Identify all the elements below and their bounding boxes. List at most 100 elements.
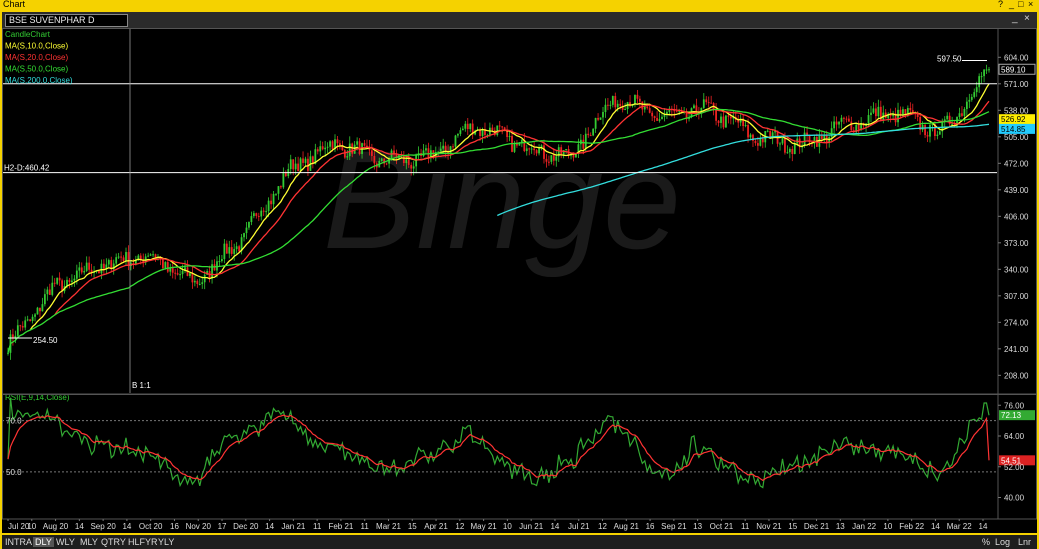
tf-weekly[interactable]: WLY [56,537,75,547]
candle-body [550,155,553,162]
candle-body [648,108,651,113]
candle-body [422,150,425,156]
candle-body [587,133,590,136]
candle-body [693,105,695,109]
candle-body [48,289,51,295]
candle-body [324,147,327,150]
candle-body [216,261,218,271]
candle-body [164,262,167,269]
y-tick-label: 307.00 [1004,292,1029,301]
candle-body [498,125,501,127]
watermark: Binge [323,121,681,278]
candle-body [729,116,732,119]
candle-body [793,143,796,155]
vline-label: B 1:1 [132,381,151,390]
candle-body [582,139,585,149]
candle-body [970,96,973,100]
candle-body [297,163,300,171]
candle-body [658,119,661,121]
high-annotation: 597.50 [937,54,962,63]
y-tick-label: 340.00 [1004,265,1029,274]
candle-body [439,148,442,152]
candle-body [152,254,154,256]
candle-body [19,325,22,327]
candle-body [936,134,939,137]
candle-body [68,279,71,283]
candle-body [951,123,954,125]
candle-body [653,116,656,118]
candle-body [83,270,86,273]
tf-monthly[interactable]: MLY [80,537,98,547]
tf-quarterly[interactable]: QTRY [101,537,126,547]
y-tick-label: 208.00 [1004,371,1029,380]
rsi-level-label: 50.0 [6,468,22,477]
candle-body [872,108,875,113]
chart-svg[interactable]: Binge 70.0 50.0 H2-D:460.42 B 1:1 CandleChar… [2,28,1037,533]
linear-scale-button[interactable]: Lnr [1018,537,1031,547]
symbol-input[interactable]: BSE SUVENPHAR D [5,14,128,27]
x-tick-label: Aug 21 [614,522,640,531]
candle-body [16,325,19,336]
panel-close-button[interactable]: × [1024,13,1030,24]
help-button[interactable]: ? [998,0,1003,9]
candle-body [779,143,781,145]
candle-body [707,102,710,104]
candle-body [675,111,678,113]
candle-body [638,98,641,102]
log-scale-button[interactable]: Log [995,537,1010,547]
candle-body [769,130,772,138]
maximize-button[interactable]: □ [1018,0,1023,9]
candle-body [26,319,29,321]
x-tick-label: Sep 21 [661,522,687,531]
candle-body [179,274,182,276]
candle-body [248,222,250,228]
candle-body [457,133,459,136]
y-tick-label: 406.00 [1004,212,1029,221]
candle-body [267,200,270,212]
x-tick-label: Jun 21 [519,522,544,531]
candle-body [938,131,941,135]
candle-body [299,158,302,171]
candle-body [870,112,872,116]
legend-entry: MA(S,20.0,Close) [5,53,68,62]
y-tick-label: 538.00 [1004,106,1029,115]
candle-body [127,252,130,266]
candle-body [857,124,860,130]
candle-body [464,123,467,129]
candle-body [73,278,76,281]
candle-body [358,141,361,155]
x-tick-label: 13 [836,522,845,531]
candle-body [491,127,494,131]
candle-body [243,233,245,238]
candle-body [565,148,568,151]
candle-body [98,270,100,274]
tf-yearly[interactable]: YLY [158,537,174,547]
candle-body [125,252,127,262]
low-annotation: 254.50 [33,336,58,345]
panel-minimize-button[interactable]: _ [1012,13,1018,24]
percent-scale-button[interactable]: % [982,537,990,547]
tf-intra[interactable]: INTRA [5,537,32,547]
candle-body [835,121,838,125]
candle-body [616,103,619,108]
candle-body [71,280,73,283]
price-tag: 526.92 [1001,115,1026,124]
tf-halfyear[interactable]: HLFYR [128,537,158,547]
chart-area[interactable]: Binge 70.0 50.0 H2-D:460.42 B 1:1 CandleChar… [2,28,1037,533]
close-button[interactable]: × [1028,0,1033,9]
y-tick-label: 274.00 [1004,318,1029,327]
candle-body [609,104,612,106]
candle-body [405,159,408,164]
candle-body [245,227,248,234]
candle-body [7,352,9,354]
tf-daily[interactable]: DLY [33,537,54,547]
x-tick-label: 17 [218,522,227,531]
x-tick-label: Nov 20 [186,522,212,531]
candle-body [370,150,373,157]
minimize-button[interactable]: _ [1009,0,1014,9]
candle-body [41,304,44,312]
candle-body [147,255,150,257]
y-tick-label: 505.00 [1004,133,1029,142]
price-tag: 589.10 [1001,65,1026,74]
candle-body [277,186,280,194]
